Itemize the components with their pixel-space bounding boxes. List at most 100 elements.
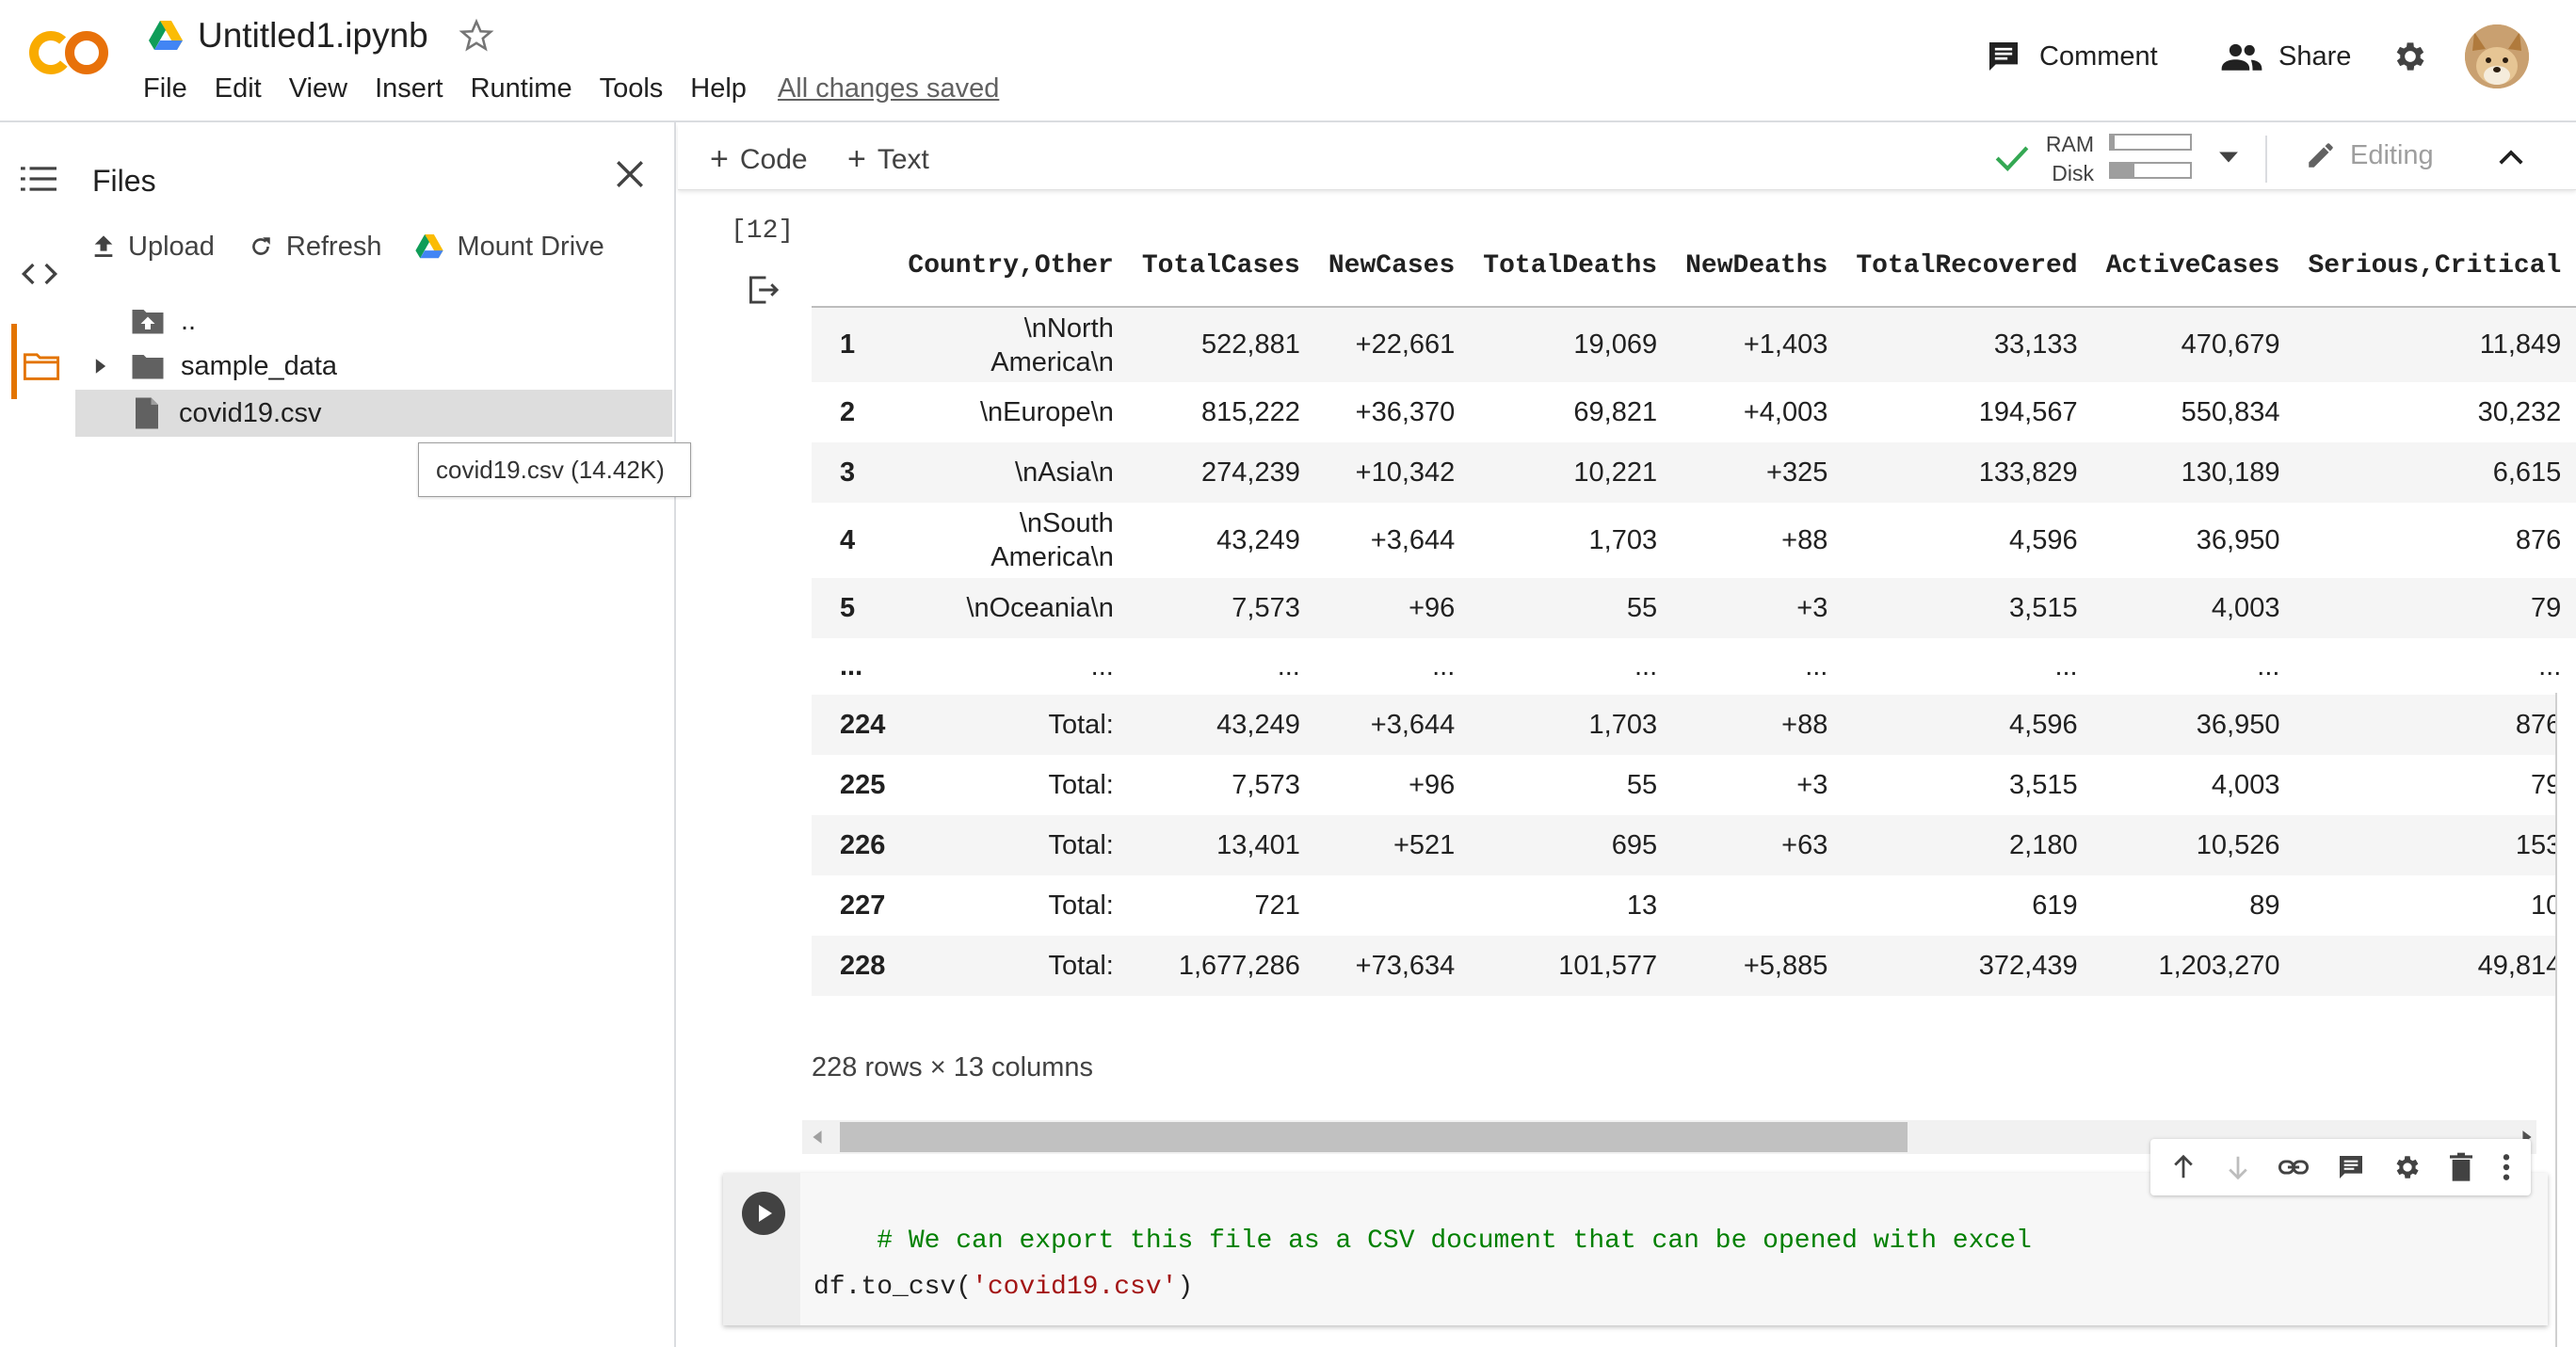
table-row: 4 \nSouth America\n 43,249 +3,644 1,703 +88 4,5… — [812, 503, 2576, 578]
table-cell: +5,885 — [1685, 936, 1857, 996]
menu-insert[interactable]: Insert — [375, 73, 443, 104]
column-header: TotalCases — [1141, 226, 1328, 308]
table-cell — [1685, 875, 1856, 936]
star-icon[interactable] — [459, 18, 494, 54]
add-code-button[interactable]: + Code — [710, 141, 808, 178]
collapse-chevron-icon[interactable] — [2497, 147, 2525, 168]
table-cell: 274,239 — [1141, 442, 1328, 503]
google-drive-icon[interactable] — [149, 21, 183, 51]
table-cell: 194,567 — [1978, 396, 2078, 427]
table-cell: 10 — [2531, 890, 2562, 921]
table-cell: Total: — [908, 755, 1141, 815]
tree-item-parent[interactable]: .. — [75, 297, 672, 345]
table-row: 226 Total: 13,401 +521 695 +63 2,180 10,526 153 — [812, 815, 2576, 875]
table-row: 227 Total: 721 13 619 89 10 — [812, 875, 2576, 936]
tree-item-label: sample_data — [181, 350, 338, 381]
table-cell: ... — [908, 638, 1141, 695]
user-avatar[interactable] — [2465, 24, 2529, 88]
code-brackets-icon[interactable] — [21, 260, 58, 288]
vertical-scrollbar[interactable] — [2555, 693, 2576, 1347]
side-rail — [0, 122, 75, 1347]
table-cell: +325 — [1685, 442, 1857, 503]
tree-item-sample-data[interactable]: sample_data — [75, 343, 672, 390]
people-icon — [2221, 43, 2262, 71]
mount-drive-button[interactable]: Mount Drive — [415, 232, 604, 263]
ram-label: RAM — [2045, 132, 2094, 156]
active-rail-indicator — [11, 324, 17, 399]
table-cell: +3,644 — [1328, 695, 1484, 755]
menu-runtime[interactable]: Runtime — [471, 73, 572, 104]
cell-settings-icon[interactable] — [2392, 1152, 2423, 1182]
editing-mode-button[interactable]: Editing — [2305, 139, 2434, 171]
table-cell: 372,439 — [1856, 936, 2106, 996]
table-cell: 43,249 — [1216, 524, 1300, 555]
colab-logo[interactable] — [26, 24, 113, 81]
list-icon[interactable] — [21, 164, 56, 194]
files-panel-title: Files — [92, 164, 156, 198]
save-status[interactable]: All changes saved — [778, 73, 999, 104]
table-cell: 470,679 — [2105, 307, 2309, 382]
table-cell: ... — [1634, 650, 1658, 682]
cell-text-line: America\n — [990, 346, 1114, 377]
link-icon[interactable] — [2278, 1153, 2310, 1181]
resource-labels[interactable]: RAM Disk — [2041, 130, 2094, 188]
comment-icon[interactable] — [2336, 1152, 2366, 1182]
code-cell[interactable]: # We can export this file as a CSV docum… — [723, 1173, 2548, 1325]
menu-tools[interactable]: Tools — [600, 73, 664, 104]
upload-button[interactable]: Upload — [92, 232, 215, 263]
table-row: 228 Total: 1,677,286 +73,634 101,577 +5,885 37… — [812, 936, 2576, 996]
table-cell: 19,069 — [1483, 307, 1686, 382]
menu-bar: File Edit View Insert Runtime Tools Help… — [143, 73, 999, 104]
cell-text-line: \nSouth — [1019, 508, 1114, 538]
code-line-call[interactable]: df.to_csv('covid19.csv') — [813, 1273, 1193, 1302]
table-cell: ... — [1277, 650, 1300, 682]
table-cell: 153 — [2308, 815, 2576, 875]
avatar-image — [2465, 24, 2529, 88]
menu-view[interactable]: View — [289, 73, 347, 104]
row-index: 4 — [840, 524, 856, 555]
close-icon[interactable] — [614, 158, 646, 190]
output-actions-icon[interactable] — [748, 275, 781, 305]
cell-toolbar — [2150, 1139, 2531, 1195]
settings-gear-icon[interactable] — [2391, 38, 2429, 75]
table-cell: 815,222 — [1201, 396, 1300, 427]
table-cell: 43,249 — [1141, 695, 1328, 755]
more-options-icon[interactable] — [2501, 1152, 2512, 1182]
expand-arrow-icon[interactable] — [94, 358, 107, 375]
column-header: NewDeaths — [1685, 226, 1857, 308]
tree-item-covid19-csv[interactable]: covid19.csv — [75, 390, 672, 437]
share-button[interactable]: Share — [2220, 34, 2351, 79]
move-down-icon[interactable] — [2224, 1153, 2252, 1181]
cell-text-line: ... — [1090, 651, 1114, 682]
folder-icon[interactable] — [23, 350, 60, 380]
add-text-button[interactable]: + Text — [847, 141, 929, 178]
horizontal-scroll-thumb[interactable] — [840, 1122, 1908, 1152]
table-cell: 55 — [1626, 769, 1658, 800]
move-up-icon[interactable] — [2169, 1153, 2198, 1181]
notebook-title[interactable]: Untitled1.ipynb — [198, 16, 428, 56]
menu-edit[interactable]: Edit — [215, 73, 262, 104]
cell-text-line: Total: — [1048, 890, 1114, 921]
table-cell: 101,577 — [1483, 936, 1686, 996]
delete-icon[interactable] — [2448, 1152, 2474, 1182]
dropdown-arrow-icon[interactable] — [2218, 151, 2239, 164]
menu-file[interactable]: File — [143, 73, 187, 104]
table-cell: 3,515 — [1856, 578, 2106, 638]
table-cell: +88 — [1685, 695, 1857, 755]
comment-icon — [1989, 42, 2018, 71]
table-cell: 7,573 — [1141, 578, 1328, 638]
toolbar-divider — [2265, 136, 2267, 183]
share-label: Share — [2278, 40, 2352, 72]
comment-button[interactable]: Comment — [1985, 34, 2158, 79]
menu-help[interactable]: Help — [690, 73, 747, 104]
code-function-call: df.to_csv( — [813, 1273, 973, 1302]
run-cell-button[interactable] — [742, 1192, 785, 1235]
table-cell: 11,849 — [2308, 307, 2576, 382]
cell-text-line: America\n — [990, 542, 1114, 572]
table-cell: Total: — [908, 936, 1142, 996]
table-cell: +3,644 — [1370, 524, 1456, 555]
table-cell: +88 — [1781, 524, 1828, 555]
table-cell: Total: — [908, 815, 1142, 875]
refresh-button[interactable]: Refresh — [249, 232, 381, 263]
scroll-left-icon[interactable] — [812, 1130, 823, 1145]
